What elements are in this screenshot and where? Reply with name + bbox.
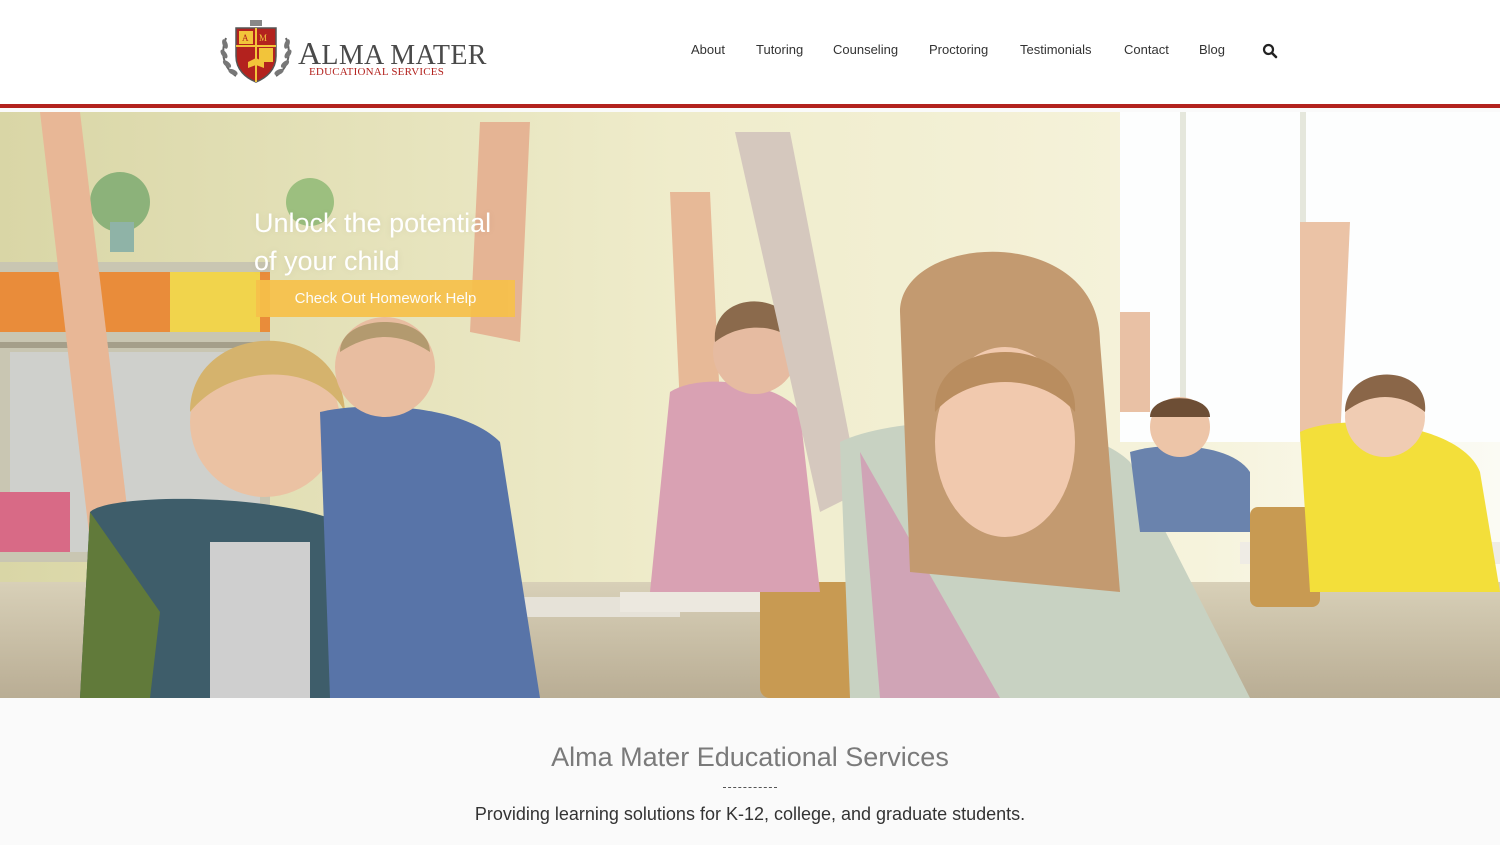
site-header: A M ALMA MATER EDUCATIONAL SERVICES Abou… — [0, 0, 1500, 108]
hero-title-line2: of your child — [254, 246, 400, 276]
hero-classroom-photo — [0, 112, 1500, 698]
homework-help-button[interactable]: Check Out Homework Help — [256, 280, 515, 317]
hero-title: Unlock the potential of your child — [254, 204, 554, 280]
hero-banner: Unlock the potential of your child Check … — [0, 112, 1500, 698]
hero-title-line1: Unlock the potential — [254, 208, 492, 238]
nav-item-contact[interactable]: Contact — [1124, 42, 1169, 57]
nav-item-proctoring[interactable]: Proctoring — [929, 42, 988, 57]
nav-item-about[interactable]: About — [691, 42, 725, 57]
nav-item-tutoring[interactable]: Tutoring — [756, 42, 803, 57]
nav-item-counseling[interactable]: Counseling — [833, 42, 898, 57]
intro-subtitle: Providing learning solutions for K-12, c… — [474, 804, 1026, 824]
search-icon[interactable] — [1262, 43, 1278, 59]
logo-tagline: EDUCATIONAL SERVICES — [309, 66, 445, 78]
nav-item-testimonials[interactable]: Testimonials — [1020, 42, 1092, 57]
intro-title: Alma Mater Educational Services — [551, 742, 949, 772]
intro-separator — [723, 787, 777, 788]
nav-item-blog[interactable]: Blog — [1199, 42, 1225, 57]
intro-section: Alma Mater Educational Services Providin… — [0, 698, 1500, 845]
